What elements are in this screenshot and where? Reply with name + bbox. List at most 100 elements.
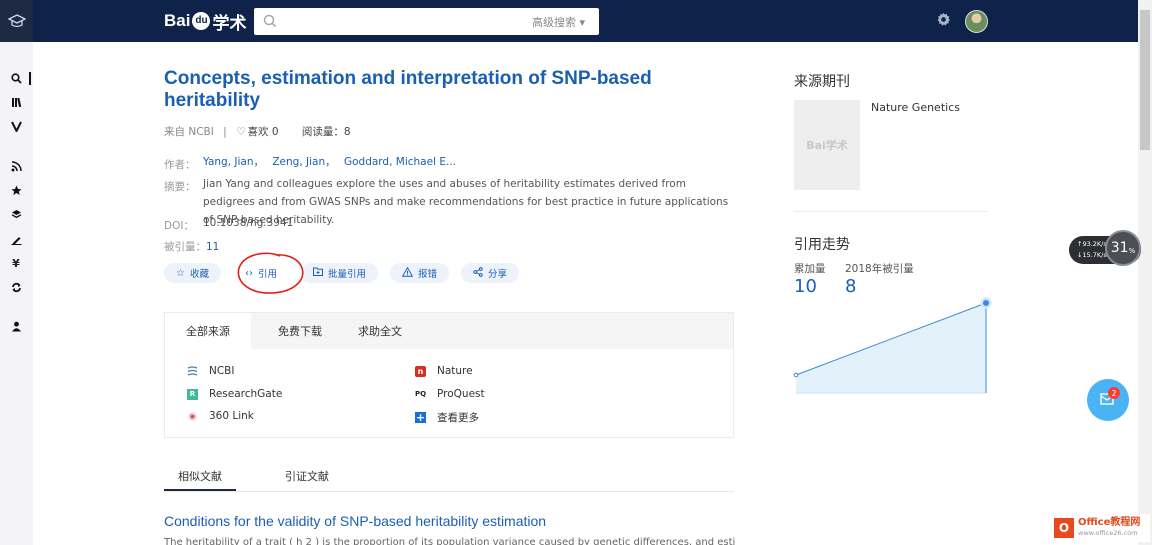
pen-icon[interactable] bbox=[9, 232, 23, 246]
speed-percent-value: 31 bbox=[1110, 240, 1129, 256]
author-link[interactable]: Zeng, Jian， bbox=[272, 156, 335, 168]
top-bar: Bai du 学术 高级搜索 ▾ bbox=[33, 0, 1152, 42]
source-label: 360 Link bbox=[209, 410, 254, 422]
batch-cite-button[interactable]: 批量引用 bbox=[301, 263, 379, 283]
related-tabs: 相似文献 引证文献 bbox=[164, 462, 734, 492]
tab-similar-papers[interactable]: 相似文献 bbox=[178, 468, 222, 484]
source-360link[interactable]: 360 Link bbox=[187, 410, 254, 422]
v-icon[interactable] bbox=[9, 119, 23, 133]
authors-list: Yang, Jian， Zeng, Jian， Goddard, Michael… bbox=[203, 153, 461, 171]
scrollbar-thumb[interactable] bbox=[1140, 10, 1150, 150]
source-label: Nature bbox=[437, 365, 473, 377]
sources-panel: 全部来源 免费下载 求助全文 NCBI R ResearchGate 360 L… bbox=[164, 312, 734, 438]
cumulative-value: 10 bbox=[794, 276, 817, 297]
researchgate-icon: R bbox=[187, 388, 198, 400]
baidu-scholar-logo[interactable]: Bai du 学术 bbox=[164, 9, 246, 33]
cited-label: 被引量： bbox=[164, 241, 206, 253]
share-button[interactable]: 分享 bbox=[461, 263, 520, 283]
watermark-title: Office教程网 bbox=[1078, 517, 1141, 528]
source-nature[interactable]: n Nature bbox=[415, 365, 473, 377]
library-icon[interactable] bbox=[9, 95, 23, 109]
author-link[interactable]: Yang, Jian， bbox=[203, 156, 264, 168]
journal-cover-thumbnail[interactable]: Bai学术 bbox=[794, 100, 860, 190]
nature-icon: n bbox=[415, 365, 426, 377]
cited-count-link[interactable]: 11 bbox=[206, 241, 219, 253]
source-ncbi[interactable]: NCBI bbox=[187, 365, 235, 377]
scrollbar[interactable] bbox=[1138, 0, 1152, 545]
doi-value: 10.1038/ng.3941 bbox=[203, 217, 294, 229]
source-label: ResearchGate bbox=[209, 388, 283, 400]
tab-citing-papers[interactable]: 引证文献 bbox=[285, 468, 329, 484]
doi-label: DOI： bbox=[164, 220, 194, 232]
layers-icon[interactable] bbox=[9, 207, 23, 221]
plus-icon: + bbox=[415, 411, 426, 424]
advanced-search-dropdown[interactable]: 高级搜索 ▾ bbox=[532, 14, 585, 30]
year-citations-label: 2018年被引量 bbox=[845, 263, 914, 275]
collect-label: 收藏 bbox=[189, 269, 209, 280]
active-tab-underline bbox=[164, 489, 236, 491]
office-logo-icon: O bbox=[1054, 518, 1074, 538]
ncbi-icon bbox=[187, 365, 198, 377]
view-more-sources[interactable]: + 查看更多 bbox=[415, 410, 479, 425]
floating-message-button[interactable] bbox=[1087, 379, 1129, 421]
rss-icon[interactable] bbox=[9, 159, 23, 173]
gear-icon[interactable] bbox=[936, 12, 951, 31]
cumulative-label: 累加量 bbox=[794, 263, 826, 275]
share-label: 分享 bbox=[488, 269, 508, 280]
active-indicator bbox=[29, 72, 31, 85]
journal-name-link[interactable]: Nature Genetics bbox=[871, 101, 960, 114]
search-input[interactable]: 高级搜索 ▾ bbox=[254, 8, 599, 35]
share-icon bbox=[473, 266, 483, 280]
heart-icon: ♡ bbox=[236, 126, 246, 138]
action-bar: ☆ 收藏 ‹› 引用 批量引用 报错 分享 bbox=[164, 263, 531, 283]
abstract-label: 摘要： bbox=[164, 181, 196, 193]
journal-heading: 来源期刊 bbox=[794, 74, 850, 90]
paper-meta: 来自 NCBI | ♡ 喜欢 0 阅读量：8 bbox=[164, 124, 357, 139]
sidebar-divider bbox=[794, 211, 988, 212]
user-icon[interactable] bbox=[9, 319, 23, 333]
star-icon[interactable] bbox=[9, 183, 23, 197]
folder-plus-icon bbox=[313, 267, 323, 279]
report-label: 报错 bbox=[418, 269, 438, 280]
trend-area bbox=[796, 303, 986, 393]
logo-text-scholar: 学术 bbox=[212, 13, 247, 33]
download-speed: ↓15.7K/s bbox=[1077, 251, 1107, 259]
yuan-icon[interactable]: ¥ bbox=[9, 256, 23, 270]
tab-free-download[interactable]: 免费下载 bbox=[257, 313, 343, 349]
warning-icon bbox=[401, 266, 414, 280]
paw-icon: du bbox=[192, 12, 211, 30]
author-link[interactable]: Goddard, Michael E... bbox=[344, 156, 456, 168]
cited-row: 被引量：11 bbox=[164, 239, 219, 254]
sync-icon[interactable] bbox=[9, 280, 23, 294]
source-researchgate[interactable]: R ResearchGate bbox=[187, 388, 282, 400]
search-icon[interactable] bbox=[9, 71, 23, 85]
percent-sign: % bbox=[1128, 246, 1136, 255]
source-label: 来自 NCBI bbox=[164, 126, 214, 138]
logo-text-bai: Bai bbox=[164, 11, 191, 30]
link360-icon bbox=[187, 411, 198, 422]
cite-button[interactable]: ‹› 引用 bbox=[232, 263, 289, 283]
graduation-cap-icon[interactable] bbox=[0, 0, 33, 42]
sources-tabs: 全部来源 免费下载 求助全文 bbox=[165, 313, 733, 349]
trend-point[interactable] bbox=[983, 300, 989, 306]
avatar[interactable] bbox=[965, 10, 988, 33]
speed-percent-circle[interactable]: 31% bbox=[1105, 230, 1141, 266]
likes-label[interactable]: ♡ 喜欢 0 bbox=[236, 126, 284, 138]
tab-all-sources[interactable]: 全部来源 bbox=[165, 313, 251, 349]
code-icon: ‹› bbox=[244, 267, 253, 279]
source-proquest[interactable]: PQ ProQuest bbox=[415, 388, 485, 400]
related-paper-title[interactable]: Conditions for the validity of SNP-based… bbox=[164, 513, 546, 529]
batch-cite-label: 批量引用 bbox=[328, 269, 367, 280]
source-label: NCBI bbox=[209, 365, 235, 377]
collect-button[interactable]: ☆ 收藏 bbox=[164, 263, 221, 283]
tab-request-fulltext[interactable]: 求助全文 bbox=[337, 313, 423, 349]
star-outline-icon: ☆ bbox=[176, 267, 185, 279]
authors-label: 作者： bbox=[164, 159, 196, 171]
trend-point[interactable] bbox=[793, 372, 799, 378]
related-paper-snippet: The heritability of a trait ( h 2 ) is t… bbox=[164, 537, 736, 545]
view-more-label: 查看更多 bbox=[437, 412, 479, 424]
report-error-button[interactable]: 报错 bbox=[390, 263, 450, 283]
source-label: ProQuest bbox=[437, 388, 485, 400]
notification-badge: 2 bbox=[1108, 387, 1120, 399]
paper-title[interactable]: Concepts, estimation and interpretation … bbox=[164, 68, 704, 112]
